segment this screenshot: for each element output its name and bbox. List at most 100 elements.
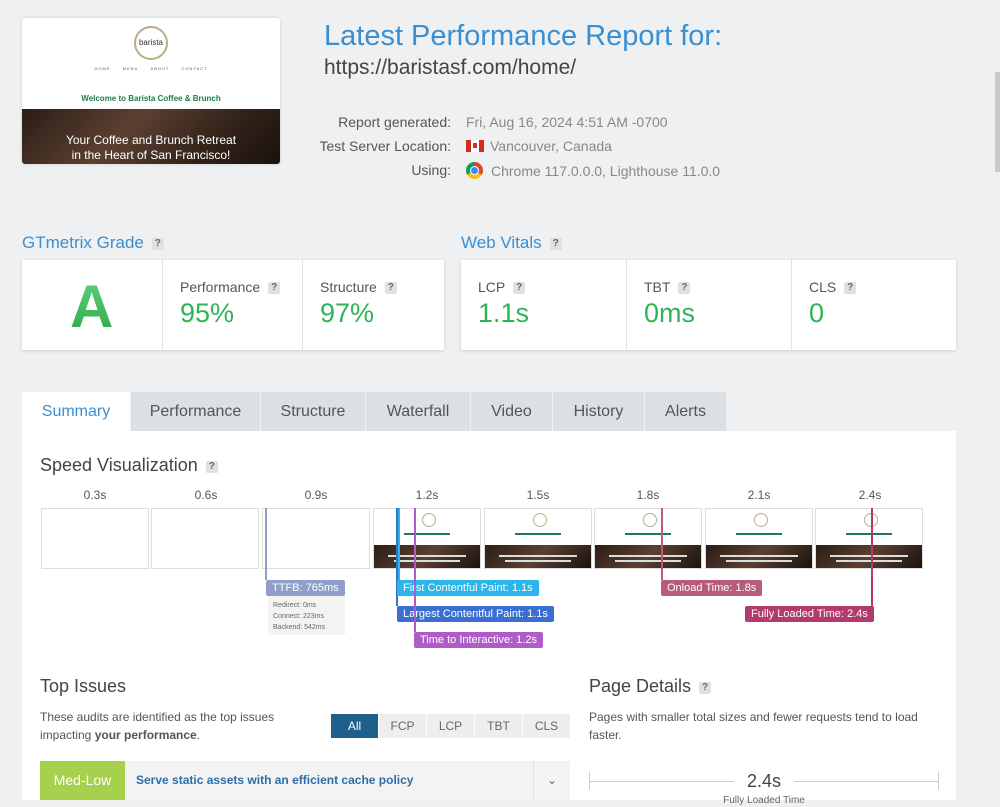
ttfb-redirect: Redirect: 0ms [273,602,317,609]
canada-flag-icon [466,140,484,152]
onload-line [661,508,663,580]
frame-hero [374,545,480,568]
server-location-label: Test Server Location: [319,138,451,154]
help-icon[interactable]: ? [151,238,164,250]
web-vitals-heading-text: Web Vitals [461,233,542,252]
ttfb-line [265,508,267,580]
help-icon[interactable]: ? [384,282,397,294]
speed-visualization-title-text: Speed Visualization [40,455,198,475]
tab-alerts[interactable]: Alerts [645,392,727,431]
tab-structure[interactable]: Structure [261,392,366,431]
page-details-title: Page Details? [589,676,712,697]
report-url: https://baristasf.com/home/ [324,56,577,79]
frame-logo [422,513,436,527]
filmstrip-frame-blank[interactable] [262,508,370,569]
tti-marker: Time to Interactive: 1.2s [414,632,543,648]
frame-logo [533,513,547,527]
tab-summary[interactable]: Summary [22,392,131,431]
site-nav-item: HOME [94,66,111,71]
tab-performance[interactable]: Performance [131,392,261,431]
frame-welcome [485,533,591,536]
filter-cls[interactable]: CLS [523,714,571,738]
help-icon[interactable]: ? [844,282,857,294]
report-title: Latest Performance Report for: [324,20,723,52]
scale-tick [589,772,590,790]
page-details-title-text: Page Details [589,676,692,696]
issue-row[interactable]: Med-Low Serve static assets with an effi… [40,761,570,800]
tbt-metric: TBT? 0ms [626,260,792,350]
frame-logo [754,513,768,527]
lcp-label-text: LCP [478,279,506,295]
site-nav-item: CONTACT [181,66,208,71]
site-nav-item: ABOUT [150,66,170,71]
desc-bold: your performance [94,728,197,742]
report-generated-value: Fri, Aug 16, 2024 4:51 AM -0700 [466,114,668,130]
timeline-label: 2.4s [858,488,882,502]
fcp-line [398,508,400,580]
frame-hero [595,545,701,568]
frame-welcome [595,533,701,536]
filmstrip-frame-rendered[interactable] [815,508,923,569]
fully-loaded-marker: Fully Loaded Time: 2.4s [745,606,874,622]
using-value: Chrome 117.0.0.0, Lighthouse 11.0.0 [466,162,720,179]
structure-value: 97% [320,298,375,328]
tbt-value: 0ms [644,298,696,328]
top-issues-title: Top Issues [40,676,127,696]
filmstrip-frame-rendered[interactable] [484,508,592,569]
tbt-label: TBT? [644,279,691,295]
fcp-marker: First Contentful Paint: 1.1s [397,580,539,596]
frame-welcome [816,533,922,536]
filmstrip-frame-rendered[interactable] [373,508,481,569]
tab-history[interactable]: History [553,392,645,431]
timeline-label: 1.8s [636,488,660,502]
tab-waterfall[interactable]: Waterfall [366,392,471,431]
help-icon[interactable]: ? [699,682,712,694]
timeline-label: 1.2s [415,488,439,502]
help-icon[interactable]: ? [678,282,691,294]
timeline-label: 2.1s [747,488,771,502]
structure-label-text: Structure [320,279,377,295]
timeline-label: 0.6s [194,488,218,502]
timeline-label: 0.9s [304,488,328,502]
filmstrip-frame-rendered[interactable] [705,508,813,569]
issue-title[interactable]: Serve static assets with an efficient ca… [136,773,413,787]
frame-hero [706,545,812,568]
top-issues-desc-line: impacting your performance. [40,726,330,744]
lcp-marker: Largest Contentful Paint: 1.1s [397,606,554,622]
scrollbar[interactable] [995,72,1000,172]
web-vitals-heading: Web Vitals? [461,233,562,253]
cls-value: 0 [809,298,825,328]
help-icon[interactable]: ? [205,461,218,473]
ttfb-backend: Backend: 542ms [273,624,326,631]
fully-loaded-line [871,508,873,606]
tti-line [414,508,416,632]
chrome-icon [466,162,483,179]
speed-visualization-title: Speed Visualization? [40,455,218,476]
desc-text: . [196,728,201,742]
timeline-label: 0.3s [83,488,107,502]
using-text: Chrome 117.0.0.0, Lighthouse 11.0.0 [491,163,721,179]
page-details-description: Pages with smaller total sizes and fewer… [589,710,918,742]
ttfb-breakdown: Redirect: 0ms Connect: 223ms Backend: 54… [268,596,345,635]
filmstrip-frame-rendered[interactable] [594,508,702,569]
site-nav: HOME MENU ABOUT CONTACT [22,66,280,71]
tab-video[interactable]: Video [471,392,553,431]
frame-welcome [374,533,480,536]
filter-lcp[interactable]: LCP [427,714,475,738]
grade-letter: A [70,273,114,340]
ttfb-connect: Connect: 223ms [273,613,324,620]
impact-badge: Med-Low [40,761,125,800]
filmstrip-frame-blank[interactable] [151,508,259,569]
filmstrip-frame-blank[interactable] [41,508,149,569]
site-nav-item: MENU [122,66,139,71]
help-icon[interactable]: ? [513,282,526,294]
filter-fcp[interactable]: FCP [379,714,427,738]
filter-tbt[interactable]: TBT [475,714,523,738]
help-icon[interactable]: ? [268,282,281,294]
frame-hero [485,545,591,568]
chevron-down-icon[interactable]: ⌄ [533,761,570,800]
onload-marker: Onload Time: 1.8s [661,580,763,596]
filter-all[interactable]: All [331,714,379,738]
help-icon[interactable]: ? [549,238,562,250]
cls-label: CLS? [809,279,857,295]
